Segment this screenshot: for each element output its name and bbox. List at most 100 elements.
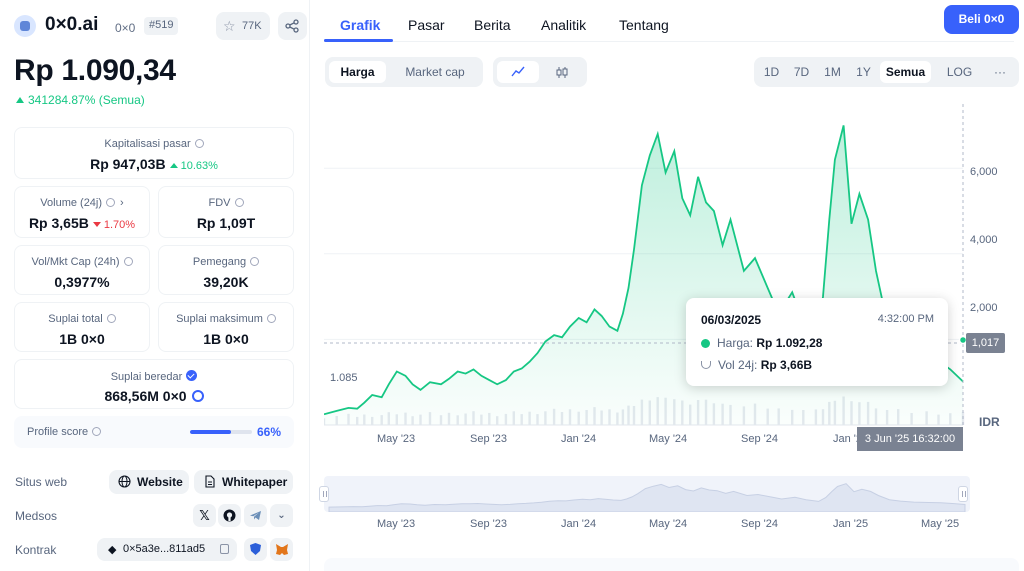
telegram-icon[interactable] — [244, 504, 267, 527]
contract-address: 0×5a3e...811ad5 — [123, 543, 206, 555]
navigator-x-tick-label: Sep '23 — [470, 518, 507, 530]
total-supply-label: Suplai total — [48, 313, 103, 325]
navigator-x-tick-label: May '25 — [921, 518, 960, 530]
whitepaper-link-label: Whitepaper — [222, 475, 288, 489]
market-cap-change-value: 10.63% — [180, 160, 218, 172]
watchlist-button[interactable]: ☆ 77K — [216, 12, 270, 40]
volume-card[interactable]: Volume (24j) › Rp 3,65B 1.70% — [14, 186, 150, 238]
tooltip-date: 06/03/2025 — [701, 313, 762, 327]
star-icon: ☆ — [223, 18, 236, 34]
up-arrow-icon — [16, 97, 24, 103]
supply-ring-icon — [191, 390, 204, 402]
fdv-value: Rp 1,09T — [196, 215, 256, 231]
price-dot-icon — [701, 339, 710, 348]
info-icon[interactable] — [106, 198, 116, 207]
metamask-icon[interactable] — [270, 538, 293, 561]
contract-address-chip[interactable]: ◆ 0×5a3e...811ad5 — [97, 538, 237, 561]
volume-value: Rp 3,65B — [28, 215, 89, 231]
navigator-left-handle[interactable] — [319, 486, 329, 502]
y-tick-label: 2,000 — [970, 302, 998, 314]
profile-score: Profile score 66% — [14, 416, 294, 448]
max-supply-label: Suplai maksimum — [176, 313, 263, 325]
circulating-supply-value: 868,56M 0×0 — [104, 388, 187, 404]
share-icon — [285, 19, 299, 33]
whitepaper-link[interactable]: Whitepaper — [194, 470, 293, 494]
x-tick-label: Sep '24 — [741, 433, 778, 445]
price-chart[interactable] — [324, 100, 1024, 455]
log-scale-toggle[interactable]: LOG — [942, 61, 977, 83]
metric-market-cap-option[interactable]: Market cap — [391, 61, 479, 83]
globe-icon — [118, 475, 131, 488]
info-icon[interactable] — [106, 314, 116, 323]
volume-change: 1.70% — [92, 219, 135, 231]
more-options-icon[interactable]: ··· — [986, 61, 1014, 83]
navigator-x-tick-label: May '23 — [377, 518, 416, 530]
share-button[interactable] — [278, 12, 307, 40]
max-supply-card: Suplai maksimum 1B 0×0 — [158, 302, 294, 352]
ethereum-icon: ◆ — [108, 544, 117, 556]
market-cap-card: Kapitalisasi pasar Rp 947,03B 10.63% — [14, 127, 294, 179]
line-chart-icon[interactable] — [497, 61, 539, 83]
y-tick-label: 4,000 — [970, 234, 998, 246]
info-icon[interactable] — [123, 257, 133, 266]
range-1m[interactable]: 1M — [819, 61, 846, 83]
holders-label: Pemegang — [192, 256, 247, 268]
github-icon[interactable] — [218, 504, 241, 527]
circulating-supply-label: Suplai beredar — [110, 371, 183, 383]
x-tick-label: May '23 — [377, 433, 416, 445]
tooltip-price-label: Harga: — [717, 336, 754, 350]
shield-icon[interactable] — [244, 538, 267, 561]
contract-row-label: Kontrak — [15, 543, 57, 557]
chart-navigator[interactable] — [324, 476, 970, 512]
tab-markets[interactable]: Pasar — [408, 17, 445, 33]
navigator-right-handle[interactable] — [958, 486, 968, 502]
active-tab-indicator — [324, 39, 393, 42]
info-icon[interactable] — [92, 427, 102, 436]
tab-chart[interactable]: Grafik — [340, 17, 380, 33]
coin-price: Rp 1.090,34 — [14, 54, 176, 87]
range-1d[interactable]: 1D — [758, 61, 785, 83]
info-icon[interactable] — [266, 314, 276, 323]
info-icon[interactable] — [250, 257, 260, 266]
tooltip-price-value: Rp 1.092,28 — [756, 336, 823, 350]
website-link[interactable]: Website — [109, 470, 189, 494]
range-toggle: 1D 7D 1M 1Y Semua LOG ··· — [754, 57, 1019, 87]
profile-score-fill — [190, 430, 231, 434]
start-price-label: 1.085 — [330, 372, 358, 384]
coin-info-panel: 0×0.ai 0×0 #519 ☆ 77K Rp 1.090,34 341284… — [0, 0, 310, 571]
range-all[interactable]: Semua — [880, 61, 931, 83]
tab-about[interactable]: Tentang — [619, 17, 669, 33]
watchlist-count: 77K — [242, 20, 262, 32]
market-cap-value: Rp 947,03B — [90, 156, 166, 172]
up-arrow-icon — [169, 163, 178, 168]
verified-icon — [186, 370, 198, 381]
rank-badge: #519 — [144, 17, 179, 35]
tooltip-volume-row: Vol 24j: Rp 3,66B — [701, 358, 812, 372]
x-icon[interactable]: 𝕏 — [193, 504, 216, 527]
candlestick-icon[interactable] — [541, 61, 583, 83]
buy-button[interactable]: Beli 0×0 — [944, 5, 1019, 34]
coin-symbol: 0×0 — [115, 21, 136, 35]
navigator-x-tick-label: Jan '24 — [561, 518, 597, 530]
copy-icon[interactable] — [220, 544, 229, 554]
coin-header: 0×0.ai 0×0 #519 ☆ 77K — [14, 12, 307, 42]
fdv-label: FDV — [208, 197, 231, 209]
tooltip-time: 4:32:00 PM — [877, 313, 934, 325]
navigator-mini-chart — [328, 483, 966, 512]
navigator-x-tick-label: May '24 — [649, 518, 688, 530]
info-icon[interactable] — [234, 198, 244, 207]
tab-news[interactable]: Berita — [474, 17, 511, 33]
tab-analytics[interactable]: Analitik — [541, 17, 586, 33]
document-icon — [205, 475, 215, 488]
range-1y[interactable]: 1Y — [850, 61, 877, 83]
profile-score-bar — [190, 430, 252, 434]
vol-mkt-cap-label: Vol/Mkt Cap (24h) — [31, 256, 120, 268]
info-icon[interactable] — [194, 139, 204, 148]
metric-price-option[interactable]: Harga — [329, 61, 386, 83]
chevron-down-icon[interactable]: ⌄ — [270, 504, 293, 527]
price-change: 341284.87% (Semua) — [16, 93, 145, 107]
coin-name: 0×0.ai — [45, 14, 99, 35]
coin-logo — [14, 15, 36, 37]
x-tick-label: May '24 — [649, 433, 688, 445]
range-7d[interactable]: 7D — [788, 61, 815, 83]
